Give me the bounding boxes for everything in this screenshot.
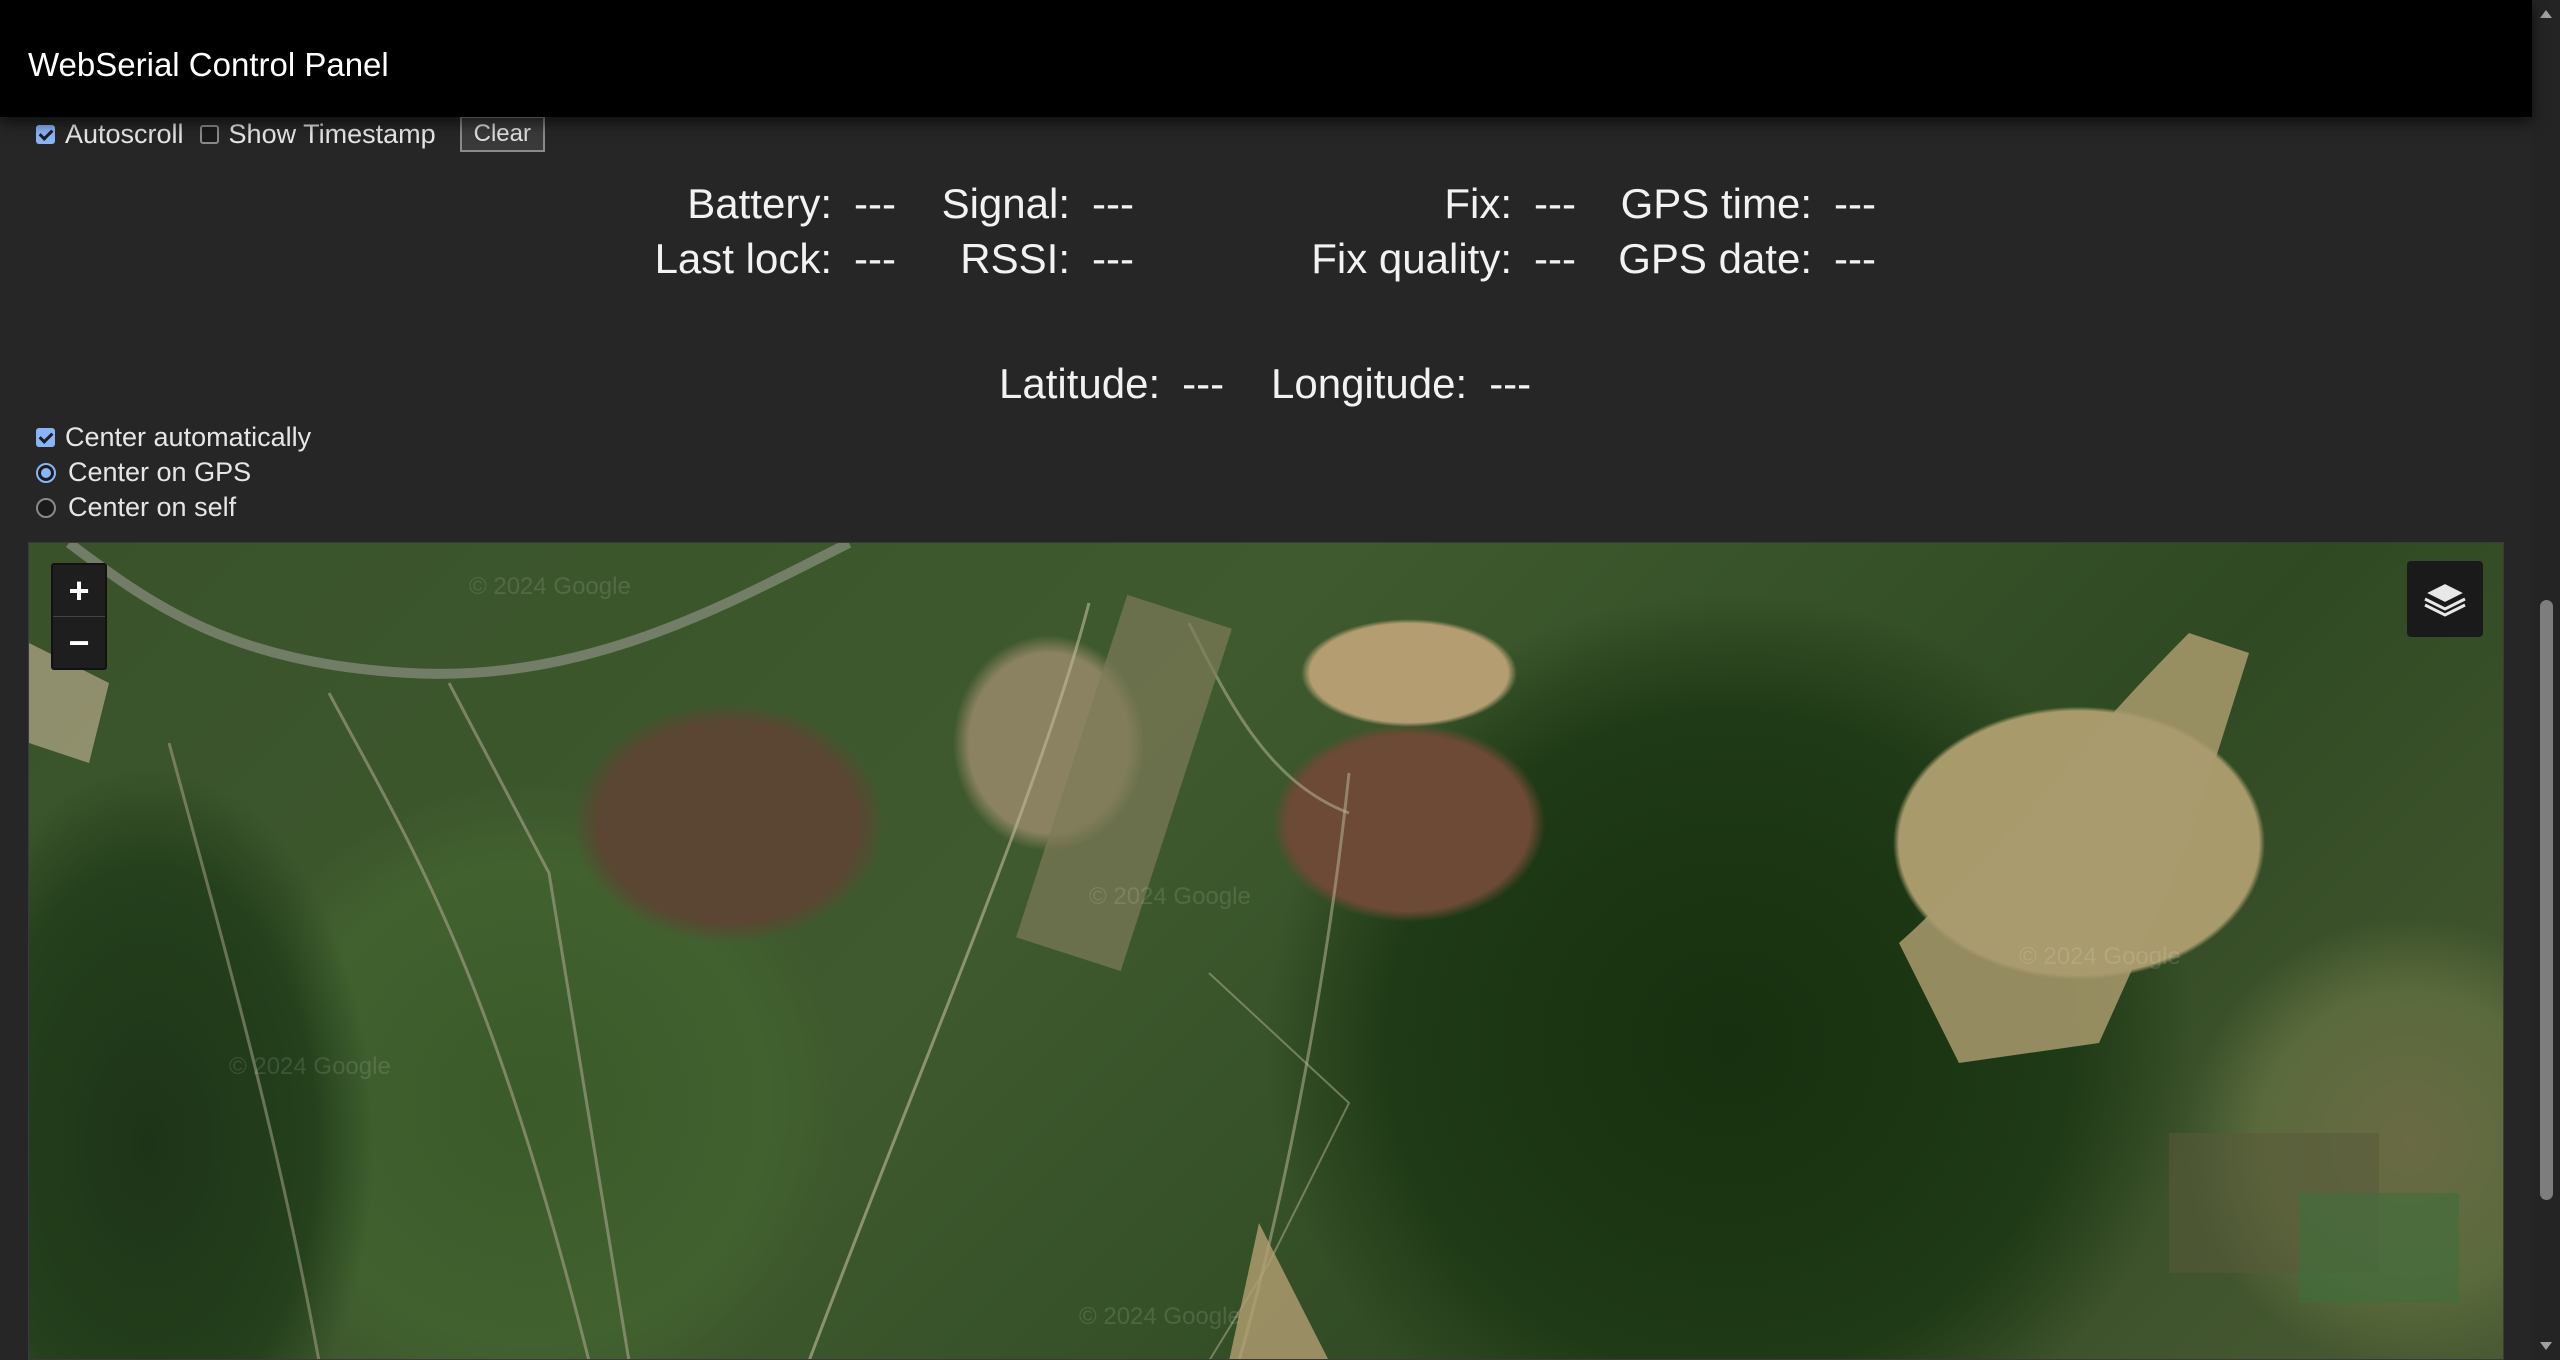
signal-label: Signal: — [941, 180, 1070, 227]
gps-time-label: GPS time: — [1620, 180, 1812, 227]
scroll-down-icon[interactable] — [2540, 1342, 2552, 1350]
rssi-value: --- — [1092, 235, 1134, 282]
latitude-value: --- — [1182, 360, 1225, 407]
center-on-self-label[interactable]: Center on self — [68, 492, 236, 523]
fix-quality-stat: Fix quality: --- — [1300, 235, 1576, 283]
autoscroll-label[interactable]: Autoscroll — [65, 119, 184, 150]
center-on-gps-label[interactable]: Center on GPS — [68, 457, 251, 488]
gps-time-stat: GPS time: --- — [1600, 180, 1876, 228]
show-timestamp-label[interactable]: Show Timestamp — [229, 119, 436, 150]
last-lock-label: Last lock: — [654, 235, 832, 282]
serial-options: Autoscroll Show Timestamp Clear — [36, 116, 545, 152]
page-scrollbar[interactable] — [2532, 0, 2560, 1360]
center-on-gps-option[interactable]: Center on GPS — [36, 455, 311, 490]
signal-stat: Signal: --- — [920, 180, 1134, 228]
scroll-up-icon[interactable] — [2540, 10, 2552, 18]
app-header: WebSerial Control Panel — [0, 0, 2532, 117]
zoom-control: + − — [51, 563, 107, 670]
map-watermark: © 2024 Google — [229, 1053, 391, 1080]
map-watermark: © 2024 Google — [1089, 883, 1251, 910]
center-automatically-option[interactable]: Center automatically — [36, 420, 311, 455]
map-watermark: © 2024 Google — [1079, 1303, 1241, 1330]
gps-date-label: GPS date: — [1618, 235, 1812, 282]
battery-label: Battery: — [687, 180, 832, 227]
center-on-self-radio[interactable] — [36, 497, 56, 518]
satellite-map[interactable]: © 2024 Google © 2024 Google © 2024 Googl… — [28, 542, 2504, 1360]
fix-quality-label: Fix quality: — [1311, 235, 1512, 282]
fix-label: Fix: — [1444, 180, 1512, 227]
map-watermark: © 2024 Google — [469, 573, 631, 600]
longitude-value: --- — [1489, 360, 1532, 407]
clear-button[interactable]: Clear — [459, 116, 545, 152]
center-automatically-label[interactable]: Center automatically — [65, 422, 311, 453]
map-watermark: © 2024 Google — [2019, 943, 2181, 970]
rssi-stat: RSSI: --- — [920, 235, 1134, 283]
show-timestamp-checkbox[interactable] — [199, 124, 219, 144]
center-on-gps-radio[interactable] — [36, 462, 56, 483]
fix-value: --- — [1534, 180, 1576, 227]
latitude-stat: Latitude: --- — [999, 360, 1224, 408]
app-title: WebSerial Control Panel — [28, 46, 389, 83]
center-automatically-checkbox[interactable] — [36, 428, 55, 447]
gps-time-value: --- — [1834, 180, 1876, 227]
map-options: Center automatically Center on GPS Cente… — [36, 420, 311, 525]
autoscroll-checkbox[interactable] — [36, 124, 55, 144]
rssi-label: RSSI: — [960, 235, 1070, 282]
zoom-out-button[interactable]: − — [53, 616, 105, 668]
last-lock-value: --- — [854, 235, 896, 282]
zoom-in-button[interactable]: + — [53, 565, 105, 616]
longitude-stat: Longitude: --- — [1271, 360, 1531, 408]
layers-button[interactable] — [2407, 561, 2483, 637]
signal-value: --- — [1092, 180, 1134, 227]
gps-date-stat: GPS date: --- — [1600, 235, 1876, 283]
fix-quality-value: --- — [1534, 235, 1576, 282]
layers-icon — [2422, 581, 2468, 617]
center-on-self-option[interactable]: Center on self — [36, 490, 311, 525]
latitude-label: Latitude: — [999, 360, 1161, 407]
scrollbar-thumb[interactable] — [2540, 600, 2553, 1200]
fix-stat: Fix: --- — [1300, 180, 1576, 228]
battery-stat: Battery: --- — [600, 180, 896, 228]
longitude-label: Longitude: — [1271, 360, 1468, 407]
last-lock-stat: Last lock: --- — [600, 235, 896, 283]
battery-value: --- — [854, 180, 896, 227]
gps-date-value: --- — [1834, 235, 1876, 282]
